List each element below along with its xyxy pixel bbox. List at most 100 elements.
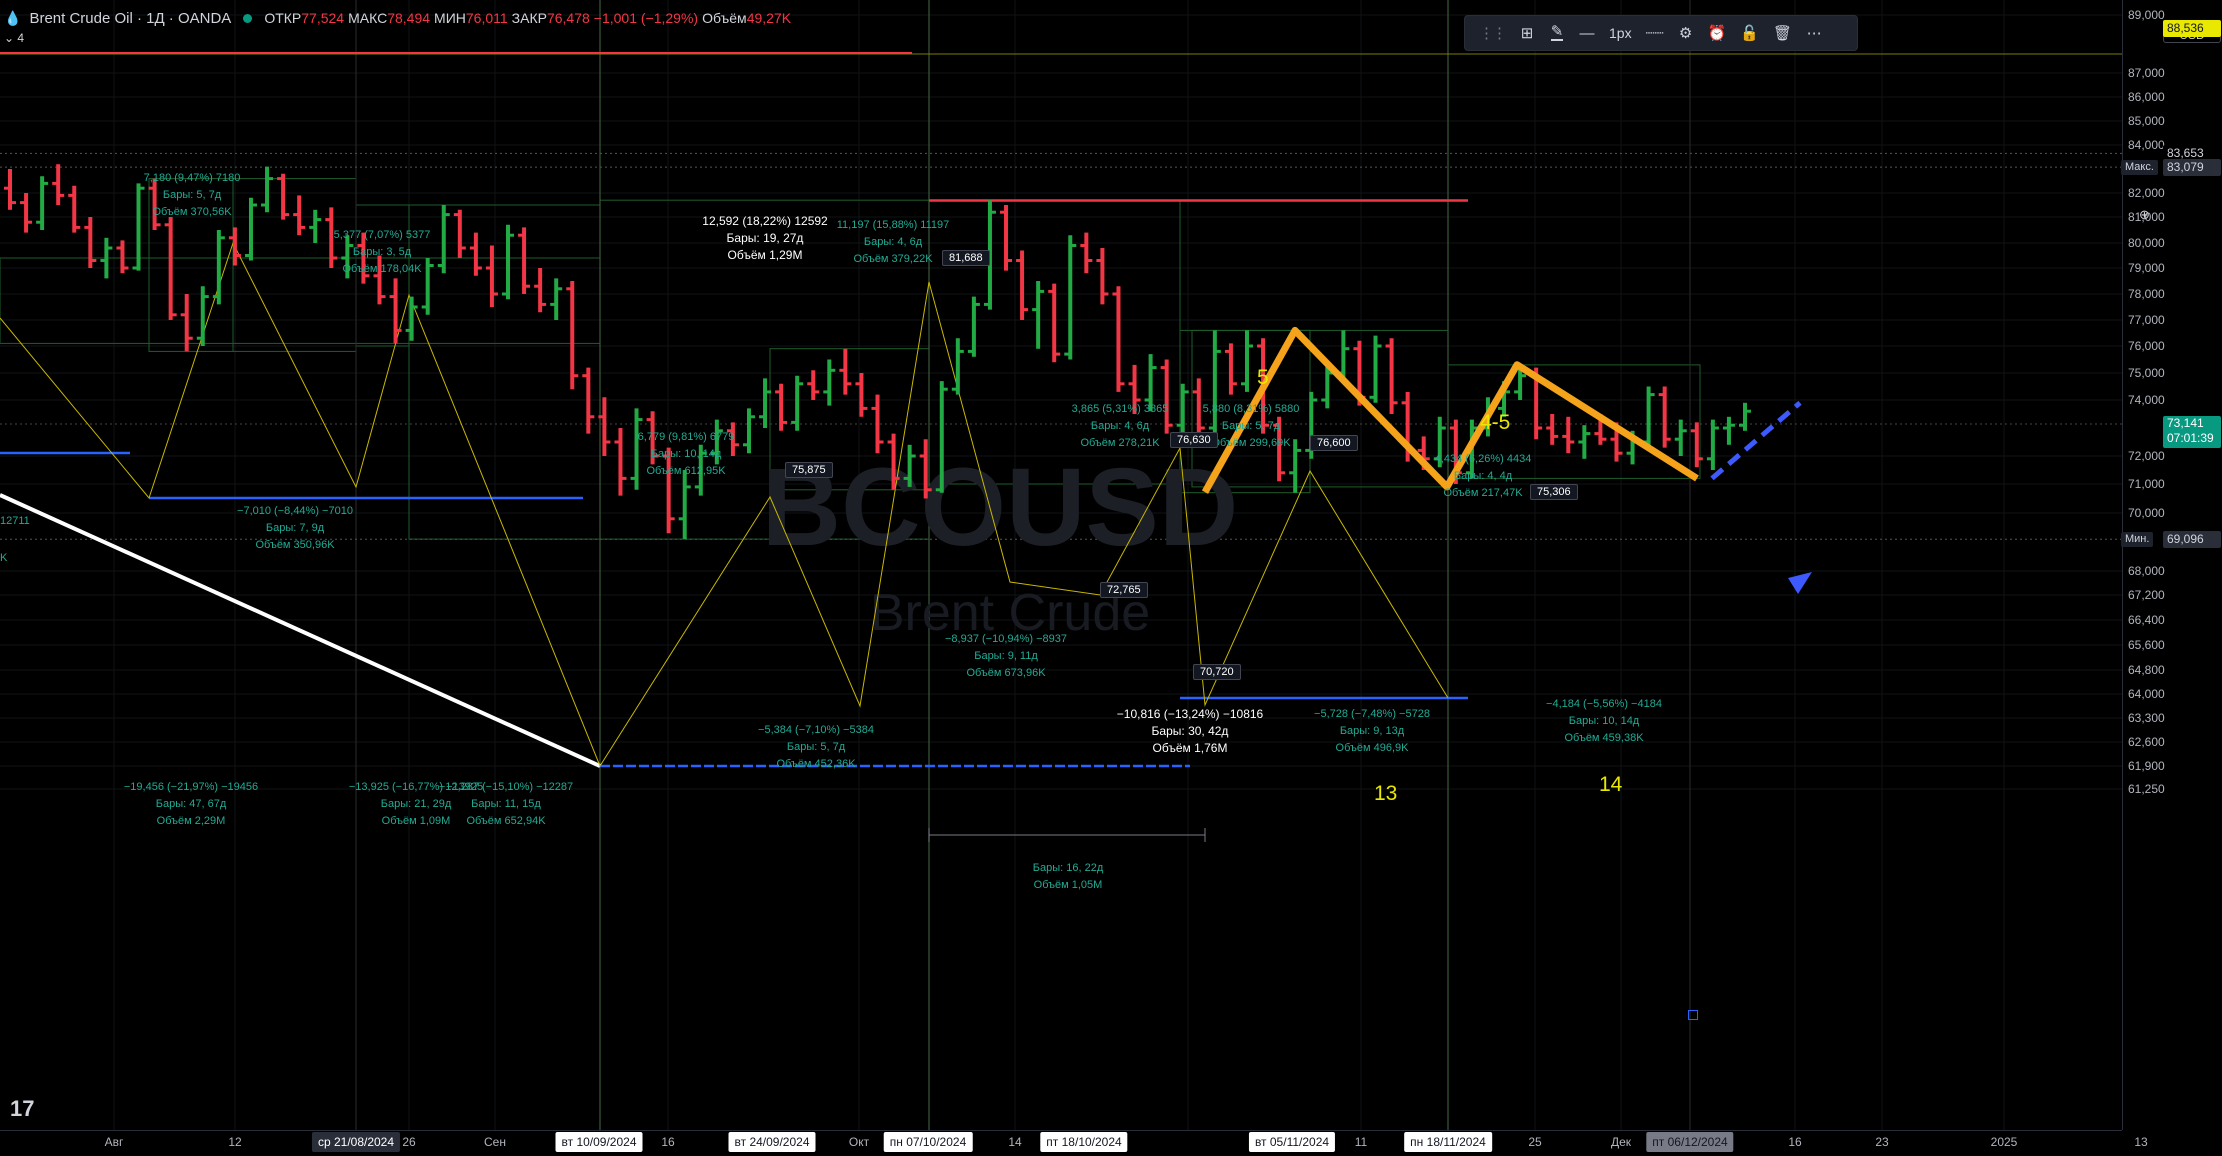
time-label: вт 10/09/2024 <box>555 1132 643 1152</box>
tradingview-logo-icon[interactable]: 17 <box>10 1096 34 1122</box>
lock-icon[interactable]: 🔓 <box>1734 19 1765 47</box>
price-label-value: 73,141 <box>2167 416 2204 431</box>
measure-annotation-line: 5,880 (8,31%) 5880 <box>1202 403 1300 415</box>
price-tick: 66,400 <box>2128 613 2165 627</box>
price-tick: 67,200 <box>2128 588 2165 602</box>
line-style-icon[interactable]: — <box>1573 19 1601 47</box>
price-tick: 78,000 <box>2128 287 2165 301</box>
measure-annotation-line: Бары: 7, 9д <box>265 522 325 534</box>
time-tick: 13 <box>2134 1135 2148 1149</box>
measure-annotation: 5,377 (7,07%) 5377 Бары: 3, 5д Объём 178,0… <box>334 227 431 278</box>
measure-annotation-line: Объём 673,96K <box>966 667 1046 679</box>
measure-annotation-line: −8,937 (−10,94%) −8937 <box>944 633 1068 645</box>
legend-ohlc-label: ЗАКР <box>511 10 547 26</box>
price-tick: 72,000 <box>2128 449 2165 463</box>
more-icon[interactable]: ⋯ <box>1800 19 1828 47</box>
measure-annotation: Бары: 16, 22д Объём 1,05M <box>1033 860 1103 894</box>
price-point-label: 75,306 <box>1530 484 1578 500</box>
legend-ohlc: ОТКР77,524 МАКС78,494 МИН76,011 ЗАКР76,478−… <box>264 10 795 26</box>
cut-off-label: 12711 <box>0 515 30 527</box>
trash-icon[interactable]: 🗑 <box>1767 19 1798 47</box>
pencil-icon[interactable]: ✎ <box>1543 19 1571 47</box>
legend-ohlc-value: 49,27K <box>746 10 792 26</box>
price-label: 83,079 <box>2163 159 2221 177</box>
measure-annotation-line: −19,456 (−21,97%) −19456 <box>123 781 259 793</box>
measure-annotation-line: 11,197 (15,88%) 11197 <box>836 219 950 231</box>
price-point-label: 76,600 <box>1310 435 1358 451</box>
measure-annotation-line: Бары: 16, 22д <box>1032 862 1104 874</box>
measure-annotation-line: Бары: 9, 11д <box>974 650 1038 662</box>
dotted-line-icon[interactable]: ┈┈ <box>1640 19 1670 47</box>
measure-annotation-line: Бары: 4, 4д <box>1453 470 1513 482</box>
price-tick: 74,000 <box>2128 393 2165 407</box>
measure-annotation: −5,728 (−7,48%) −5728 Бары: 9, 13д Объём 4… <box>1314 706 1430 757</box>
time-label: пн 18/11/2024 <box>1404 1132 1492 1152</box>
templates-icon[interactable]: ⊞ <box>1513 19 1541 47</box>
projection-arrow <box>1710 400 1802 481</box>
measure-annotation-line: Объём 496,9K <box>1335 742 1409 754</box>
measure-annotation-line: −4,184 (−5,56%) −4184 <box>1546 698 1662 710</box>
measure-annotation-line: Бары: 10, 14д <box>650 448 722 460</box>
measure-annotation-line: 7,180 (9,47%) 7180 <box>143 172 241 184</box>
price-tick: 62,600 <box>2128 735 2165 749</box>
measure-annotation-line: Бары: 5, 7д <box>162 189 222 201</box>
measure-annotation-line: Объём 459,38K <box>1564 732 1644 744</box>
legend-ohlc-item: ОТКР77,524 <box>264 10 344 26</box>
time-label: пн 07/10/2024 <box>883 1132 973 1152</box>
measure-annotation-line: Бары: 19, 27д <box>726 231 804 245</box>
measure-annotation-line: Объём 2,29M <box>156 815 226 827</box>
anchor-handle[interactable] <box>1688 1010 1698 1020</box>
legend-ohlc-label: ОТКР <box>264 10 302 26</box>
alert-icon[interactable]: ⏰ <box>1702 19 1733 47</box>
legend-ohlc-item: −1,001 (−1,29%) <box>594 10 698 26</box>
add-alert-icon[interactable]: ⊕ <box>2139 207 2150 223</box>
measure-annotation-line: Бары: 3, 5д <box>352 246 412 258</box>
drag-handle-icon[interactable]: ⋮⋮ <box>1473 19 1511 47</box>
measure-annotation: 4,434 (6,26%) 4434 Бары: 4, 4д Объём 217,4… <box>1435 451 1532 502</box>
measure-annotation: 6,779 (9,81%) 6779 Бары: 10, 14д Объём 612… <box>638 429 735 480</box>
measure-annotation-line: Объём 452,36K <box>776 758 856 770</box>
price-tick: 68,000 <box>2128 564 2165 578</box>
legend-ohlc-item: МИН76,011 <box>434 10 508 26</box>
price-tick: 77,000 <box>2128 313 2165 327</box>
time-tick: 16 <box>1788 1135 1802 1149</box>
price-tick: 76,000 <box>2128 339 2165 353</box>
time-tick: Дек <box>1610 1135 1632 1149</box>
measure-annotation-line: −7,010 (−8,44%) −7010 <box>237 505 353 517</box>
legend-ohlc-label: МАКС <box>348 10 388 26</box>
legend-ohlc-value: 77,524 <box>301 10 345 26</box>
settings-icon[interactable]: ⚙ <box>1672 19 1700 47</box>
drop-icon: 💧 <box>4 9 22 26</box>
price-label-tag: Макс. <box>2121 160 2158 176</box>
price-tick: 89,000 <box>2128 8 2165 22</box>
price-chart[interactable]: BCOUSD Brent Crude <box>0 0 2222 1155</box>
measure-annotation-line: Бары: 11, 15д <box>471 798 541 810</box>
price-tick: 79,000 <box>2128 261 2165 275</box>
legend-ohlc-value: 76,011 <box>465 10 508 26</box>
price-point-label: 75,875 <box>785 462 833 478</box>
time-label: пт 18/10/2024 <box>1040 1132 1128 1152</box>
price-point-label: 81,688 <box>942 250 990 266</box>
measure-annotation-line: Объём 379,22K <box>853 253 933 265</box>
measure-annotation-line: Объём 370,56K <box>152 206 232 218</box>
measure-annotation: 12,592 (18,22%) 12592 Бары: 19, 27д Объём … <box>702 213 827 264</box>
time-tick: Окт <box>848 1135 870 1149</box>
market-status-icon <box>243 13 253 23</box>
time-tick: 14 <box>1008 1135 1022 1149</box>
measure-annotation-line: 4,434 (6,26%) 4434 <box>1434 453 1532 465</box>
legend-title[interactable]: Brent Crude Oil · 1Д · OANDA <box>29 10 231 27</box>
indicator-toggle[interactable]: ⌄ 4 <box>4 31 24 45</box>
measure-annotation-line: 3,865 (5,31%) 3865 <box>1071 403 1169 415</box>
line-width[interactable]: 1px <box>1603 19 1638 47</box>
price-point-label: 76,630 <box>1170 432 1218 448</box>
measure-annotation-line: Объём 1,05M <box>1033 879 1103 891</box>
measure-annotation-line: 6,779 (9,81%) 6779 <box>637 431 735 443</box>
price-label: 88,536 <box>2163 20 2221 38</box>
measure-annotation-line: Объём 1,76M <box>1152 741 1228 755</box>
drawing-toolbar[interactable]: ⋮⋮ ⊞ ✎ —1px ┈┈ ⚙ ⏰ 🔓 🗑 ⋯ <box>1464 15 1858 51</box>
measure-annotation-line: Объём 350,96K <box>255 539 335 551</box>
legend-ohlc-item: ЗАКР76,478 <box>512 10 590 26</box>
time-tick: Сен <box>484 1135 506 1149</box>
wave-label: 5 <box>1257 366 1269 389</box>
legend-ohlc-item: МАКС78,494 <box>348 10 430 26</box>
